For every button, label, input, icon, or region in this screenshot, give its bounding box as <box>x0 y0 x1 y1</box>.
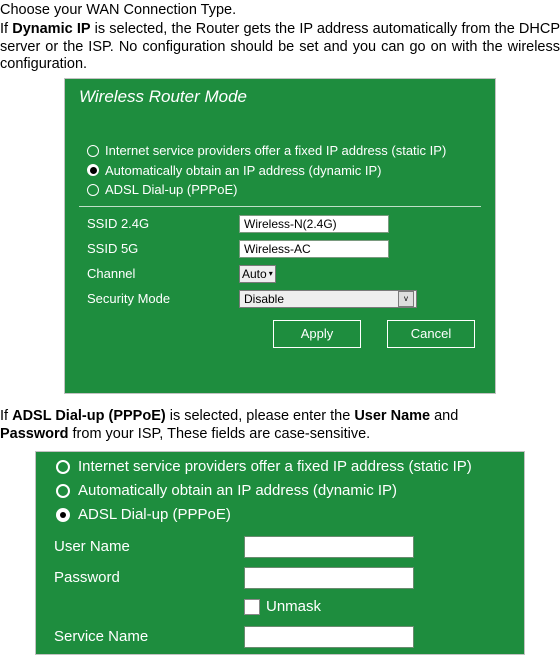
security-mode-label: Security Mode <box>87 291 239 307</box>
password-bold: Password <box>0 426 69 442</box>
radio-icon <box>87 164 99 176</box>
service-name-label: Service Name <box>54 628 244 646</box>
select-value: Disable <box>244 292 284 306</box>
ssid-5g-label: SSID 5G <box>87 241 239 257</box>
radio-label: Automatically obtain an IP address (dyna… <box>105 163 382 179</box>
checkbox-icon <box>244 599 260 615</box>
radio-label: ADSL Dial-up (PPPoE) <box>78 506 231 524</box>
radio-dynamic-ip[interactable]: Automatically obtain an IP address (dyna… <box>50 482 510 500</box>
divider <box>79 206 481 207</box>
row-password: Password <box>50 567 510 589</box>
row-ssid-5g: SSID 5G Wireless-AC <box>79 240 481 258</box>
intro-line-1: Choose your WAN Connection Type. <box>0 2 560 19</box>
security-mode-select[interactable]: Disable v <box>239 290 417 308</box>
row-channel: Channel Auto ▾ <box>79 265 481 283</box>
pppoe-intro-para: If ADSL Dial-up (PPPoE) is selected, ple… <box>0 408 560 425</box>
row-username: User Name <box>50 536 510 558</box>
radio-icon <box>56 484 70 498</box>
radio-static-ip[interactable]: Internet service providers offer a fixed… <box>50 458 510 476</box>
chevron-down-icon: ▾ <box>269 269 273 279</box>
password-input[interactable] <box>244 567 414 589</box>
username-label: User Name <box>54 538 244 556</box>
radio-label: Internet service providers offer a fixed… <box>78 458 472 476</box>
radio-pppoe[interactable]: ADSL Dial-up (PPPoE) <box>50 506 510 524</box>
password-label: Password <box>54 569 244 587</box>
radio-icon <box>56 460 70 474</box>
row-service-name: Service Name <box>50 626 510 648</box>
radio-pppoe[interactable]: ADSL Dial-up (PPPoE) <box>79 182 481 198</box>
button-row: Apply Cancel <box>79 320 481 348</box>
service-name-input[interactable] <box>244 626 414 648</box>
radio-icon <box>56 508 70 522</box>
pppoe-panel: Internet service providers offer a fixed… <box>35 451 525 655</box>
cancel-button[interactable]: Cancel <box>387 320 475 348</box>
apply-button[interactable]: Apply <box>273 320 361 348</box>
row-unmask[interactable]: Unmask <box>244 598 510 616</box>
channel-label: Channel <box>87 266 239 282</box>
row-ssid-24g: SSID 2.4G Wireless-N(2.4G) <box>79 215 481 233</box>
unmask-label: Unmask <box>266 598 321 616</box>
radio-label: Automatically obtain an IP address (dyna… <box>78 482 397 500</box>
pppoe-intro-para-2: Password from your ISP, These fields are… <box>0 426 560 443</box>
radio-label: Internet service providers offer a fixed… <box>105 143 446 159</box>
radio-icon <box>87 145 99 157</box>
row-security-mode: Security Mode Disable v <box>79 290 481 308</box>
radio-label: ADSL Dial-up (PPPoE) <box>105 182 237 198</box>
select-value: Auto <box>242 267 267 281</box>
ssid-24g-input[interactable]: Wireless-N(2.4G) <box>239 215 389 233</box>
panel-title: Wireless Router Mode <box>79 87 481 107</box>
radio-static-ip[interactable]: Internet service providers offer a fixed… <box>79 143 481 159</box>
text: is selected, please enter the <box>166 408 355 424</box>
text: from your ISP, These fields are case-sen… <box>69 426 371 442</box>
text: If <box>0 408 12 424</box>
radio-dynamic-ip[interactable]: Automatically obtain an IP address (dyna… <box>79 163 481 179</box>
username-bold: User Name <box>354 408 430 424</box>
wireless-router-mode-panel: Wireless Router Mode Internet service pr… <box>64 78 496 394</box>
dynamic-ip-bold: Dynamic IP <box>12 21 90 37</box>
pppoe-bold: ADSL Dial-up (PPPoE) <box>12 408 166 424</box>
ssid-24g-label: SSID 2.4G <box>87 216 239 232</box>
text: If <box>0 21 12 37</box>
radio-icon <box>87 184 99 196</box>
channel-select[interactable]: Auto ▾ <box>239 265 276 283</box>
text: and <box>430 408 458 424</box>
ssid-5g-input[interactable]: Wireless-AC <box>239 240 389 258</box>
intro-dynamic-ip-para: If Dynamic IP is selected, the Router ge… <box>0 21 560 73</box>
chevron-down-icon: v <box>398 291 414 307</box>
username-input[interactable] <box>244 536 414 558</box>
